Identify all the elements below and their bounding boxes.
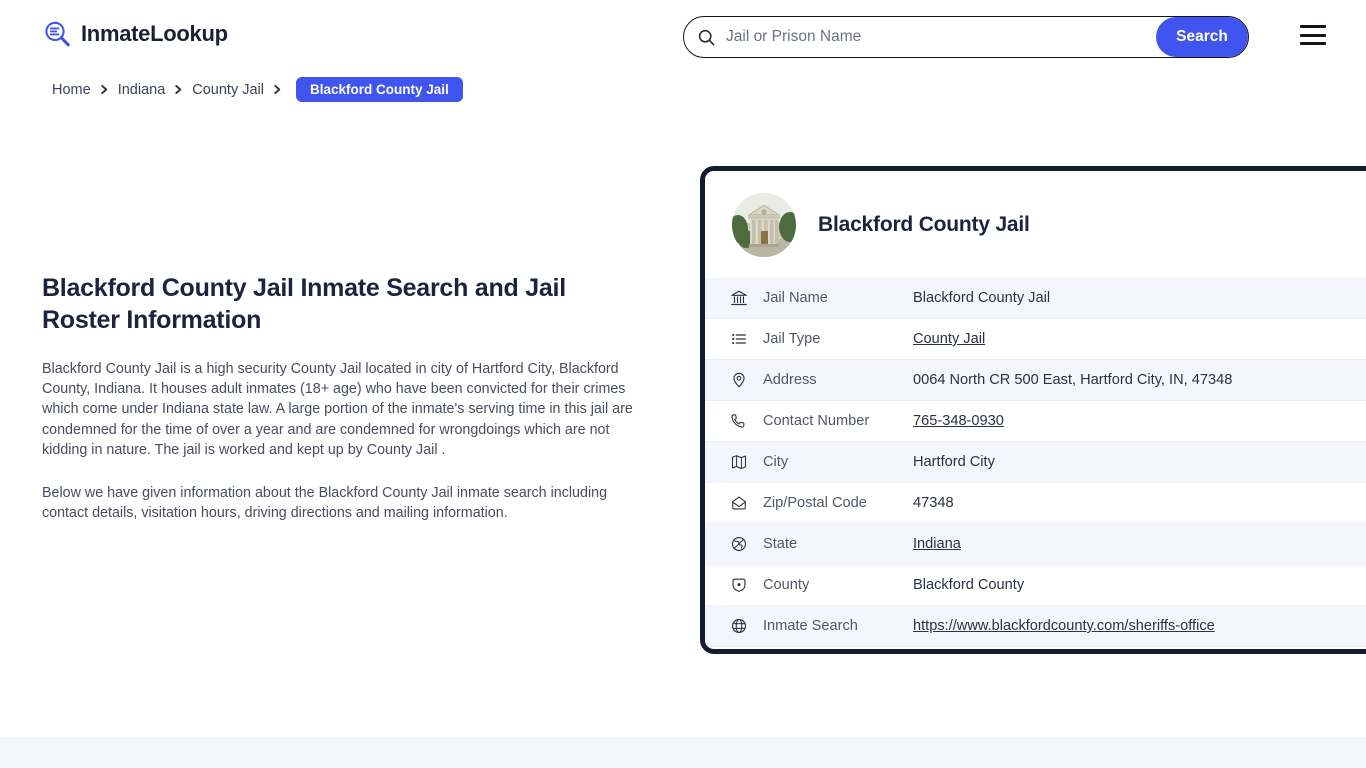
table-row: Address 0064 North CR 500 East, Hartford… (705, 360, 1366, 401)
site-header: InmateLookup Search (0, 0, 1366, 74)
brand-logo[interactable]: InmateLookup (42, 19, 228, 49)
row-value: Blackford County (913, 577, 1025, 593)
bank-icon (730, 289, 752, 307)
page-title: Blackford County Jail Inmate Search and … (42, 274, 566, 335)
row-label: Jail Name (763, 290, 828, 306)
row-value: Hartford City (913, 454, 995, 470)
table-row: Contact Number 765-348-0930 (705, 401, 1366, 442)
jail-details-table: Jail Name Blackford County Jail Jail Typ… (705, 278, 1366, 647)
table-row: Zip/Postal Code 47348 (705, 483, 1366, 524)
hamburger-bar (1300, 42, 1326, 45)
row-label: County (763, 577, 810, 593)
map-icon (730, 453, 752, 471)
list-icon (730, 330, 752, 348)
row-value-link[interactable]: 765-348-0930 (913, 413, 1004, 429)
search-bar[interactable]: Search (683, 16, 1249, 58)
row-value-link[interactable]: Indiana (913, 536, 961, 552)
web-icon (730, 617, 752, 635)
search-input[interactable] (715, 17, 1156, 57)
envelope-icon (730, 494, 752, 512)
pin-icon (730, 371, 752, 389)
row-label: Contact Number (763, 413, 870, 429)
footer-band (0, 737, 1366, 768)
globe-icon (730, 535, 752, 553)
phone-icon (730, 412, 752, 430)
hamburger-bar (1300, 25, 1326, 28)
row-label: City (763, 454, 789, 470)
chevron-right-icon (100, 84, 109, 95)
description-paragraph-1: Blackford County Jail is a high security… (42, 360, 633, 459)
magnifier-list-icon (42, 19, 72, 49)
row-value: 47348 (913, 495, 954, 511)
row-label: Zip/Postal Code (763, 495, 867, 511)
breadcrumb-item-indiana[interactable]: Indiana (118, 82, 166, 98)
breadcrumb-item-county-jail[interactable]: County Jail (192, 82, 264, 98)
row-value: 0064 North CR 500 East, Hartford City, I… (913, 372, 1233, 388)
row-value-link[interactable]: County Jail (913, 331, 985, 347)
table-row: State Indiana (705, 524, 1366, 565)
breadcrumb-item-home[interactable]: Home (52, 82, 91, 98)
row-value-link[interactable]: https://www.blackfordcounty.com/sheriffs… (913, 618, 1215, 634)
description-paragraph-2: Below we have given information about th… (42, 484, 608, 522)
card-header: Blackford County Jail (705, 171, 1366, 278)
hamburger-menu-icon[interactable] (1300, 25, 1326, 45)
brand-name: InmateLookup (81, 21, 228, 46)
table-row: Jail Name Blackford County Jail (705, 278, 1366, 319)
row-label: Inmate Search (763, 618, 858, 634)
row-label: Address (763, 372, 817, 388)
table-row: County Blackford County (705, 565, 1366, 606)
courthouse-photo (732, 192, 796, 257)
table-row: Jail Type County Jail (705, 319, 1366, 360)
jail-info-card: Blackford County Jail Jail Name Blackfor… (700, 166, 1366, 654)
county-icon (730, 576, 752, 594)
chevron-right-icon (273, 84, 282, 95)
row-value: Blackford County Jail (913, 290, 1051, 306)
card-title: Blackford County Jail (818, 212, 1030, 236)
row-label: Jail Type (763, 331, 821, 347)
hamburger-bar (1300, 33, 1326, 37)
main-content: Blackford County Jail Inmate Search and … (42, 272, 642, 524)
search-button[interactable]: Search (1156, 17, 1248, 57)
search-icon (698, 29, 715, 46)
chevron-right-icon (174, 84, 183, 95)
breadcrumb: Home Indiana County Jail Blackford Count… (52, 77, 463, 102)
row-label: State (763, 536, 798, 552)
table-row: City Hartford City (705, 442, 1366, 483)
breadcrumb-item-current: Blackford County Jail (296, 77, 463, 102)
table-row: Inmate Search https://www.blackfordcount… (705, 606, 1366, 647)
